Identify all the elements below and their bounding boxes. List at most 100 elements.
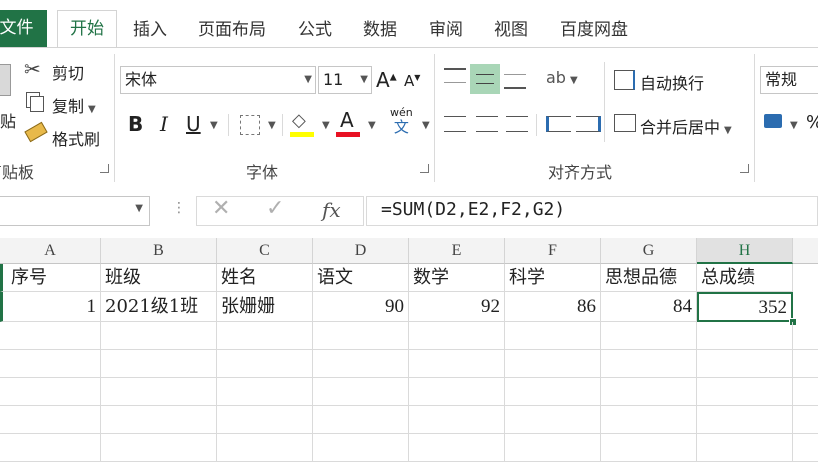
column-header-F[interactable]: F: [505, 238, 601, 264]
tab-baidu-netdisk[interactable]: 百度网盘: [555, 0, 633, 47]
chevron-down-icon[interactable]: ▼: [268, 120, 276, 131]
align-left-icon[interactable]: [444, 116, 466, 132]
chevron-down-icon[interactable]: ▼: [304, 67, 312, 93]
align-top-icon[interactable]: [444, 68, 466, 83]
column-header-D[interactable]: D: [313, 238, 409, 264]
cell-C1[interactable]: 姓名: [217, 264, 313, 292]
group-separator: [114, 54, 115, 182]
cell-G1[interactable]: 思想品德: [601, 264, 697, 292]
underline-button[interactable]: U: [186, 112, 201, 136]
cell-A2[interactable]: 1: [0, 292, 101, 322]
column-header-I[interactable]: [793, 238, 818, 264]
grow-font-icon[interactable]: A▲: [376, 68, 397, 92]
cell-H1[interactable]: 总成绩: [697, 264, 793, 292]
tab-home[interactable]: 开始: [57, 10, 117, 48]
cell-B1[interactable]: 班级: [101, 264, 217, 292]
tab-view[interactable]: 视图: [489, 0, 533, 47]
formula-text: =SUM(D2,E2,F2,G2): [381, 199, 566, 220]
cell-H2-selected[interactable]: 352: [697, 292, 793, 322]
column-header-E[interactable]: E: [409, 238, 505, 264]
column-header-C[interactable]: C: [217, 238, 313, 264]
tab-file[interactable]: 文件: [0, 10, 47, 47]
font-group-label: 字体: [246, 163, 279, 182]
name-box[interactable]: ▼: [0, 196, 150, 226]
number-format-combo[interactable]: 常规: [760, 66, 818, 94]
paste-icon[interactable]: [0, 64, 11, 96]
column-header-B[interactable]: B: [101, 238, 217, 264]
cell-A1[interactable]: 序号: [0, 264, 101, 292]
chevron-down-icon[interactable]: ▼: [88, 104, 96, 115]
chevron-down-icon[interactable]: ▼: [422, 120, 430, 131]
cell-B2[interactable]: 2021级1班: [101, 292, 217, 322]
cell-F2[interactable]: 86: [505, 292, 601, 322]
chevron-down-icon[interactable]: ▼: [790, 120, 798, 131]
insert-function-icon[interactable]: fx: [322, 198, 341, 222]
decrease-indent-icon[interactable]: [546, 116, 571, 132]
clipboard-group-label: 剪贴板: [0, 163, 35, 182]
ribbon-home: 贴 ✂ 剪切 复制▼ 格式刷 剪贴板 宋体▼ 11▼ A▲ A▼ B I U ▼…: [0, 47, 818, 187]
cell-C2[interactable]: 张姗姗: [217, 292, 313, 322]
bold-button[interactable]: B: [128, 112, 143, 136]
number-format-value: 常规: [765, 70, 798, 89]
italic-button[interactable]: I: [160, 112, 168, 136]
enter-icon[interactable]: ✓: [266, 196, 284, 221]
accounting-format-icon[interactable]: [764, 114, 782, 128]
font-color-bar: [336, 132, 360, 137]
worksheet-grid[interactable]: A B C D E F G H 序号 班级 姓名 语文 数学 科学 思想品德 总…: [0, 238, 818, 462]
chevron-down-icon[interactable]: ▼: [368, 120, 376, 131]
shrink-font-icon[interactable]: A▼: [404, 72, 420, 90]
align-right-icon[interactable]: [506, 116, 528, 132]
toolbar-separator: [282, 114, 283, 136]
increase-indent-icon[interactable]: [576, 116, 601, 132]
cell-F1[interactable]: 科学: [505, 264, 601, 292]
font-color-icon[interactable]: A: [340, 108, 354, 132]
wrap-text-button[interactable]: 自动换行: [640, 70, 704, 94]
scissors-icon: ✂: [24, 57, 41, 81]
chevron-down-icon[interactable]: ▼: [210, 120, 218, 131]
borders-icon[interactable]: [240, 115, 260, 135]
cell-E1[interactable]: 数学: [409, 264, 505, 292]
copy-button[interactable]: 复制 ▼: [52, 93, 96, 117]
tab-data[interactable]: 数据: [358, 0, 402, 47]
cut-button[interactable]: 剪切: [52, 60, 84, 84]
chevron-down-icon[interactable]: ▼: [135, 203, 143, 214]
empty-rows[interactable]: [0, 322, 818, 462]
font-name-combo[interactable]: 宋体 ▼: [120, 66, 316, 94]
chevron-down-icon[interactable]: ▼: [322, 120, 330, 131]
merge-center-icon: [614, 114, 636, 132]
tab-insert[interactable]: 插入: [128, 0, 172, 47]
cell-E2[interactable]: 92: [409, 292, 505, 322]
wrap-text-icon: [614, 70, 635, 90]
tab-page-layout[interactable]: 页面布局: [193, 0, 271, 47]
cell-D1[interactable]: 语文: [313, 264, 409, 292]
fill-color-icon[interactable]: ◇: [292, 110, 306, 131]
phonetic-bottom: 文: [393, 118, 409, 136]
alignment-launcher-icon[interactable]: [740, 164, 749, 173]
merge-center-button[interactable]: 合并后居中 ▼: [640, 114, 732, 138]
align-bottom-icon[interactable]: [504, 74, 526, 89]
cancel-icon[interactable]: ✕: [212, 196, 230, 221]
column-header-A[interactable]: A: [0, 238, 101, 264]
copy-icon-back: [30, 96, 44, 112]
align-center-icon[interactable]: [476, 116, 498, 132]
chevron-down-icon[interactable]: ▼: [360, 67, 368, 93]
font-size-combo[interactable]: 11 ▼: [318, 66, 372, 94]
column-header-H[interactable]: H: [697, 238, 793, 264]
column-header-G[interactable]: G: [601, 238, 697, 264]
paste-button-label[interactable]: 贴: [0, 108, 16, 132]
phonetic-guide-icon[interactable]: wén 文: [390, 106, 413, 136]
tab-formulas[interactable]: 公式: [293, 0, 337, 47]
tab-review[interactable]: 审阅: [424, 0, 468, 47]
percent-button[interactable]: %: [806, 112, 818, 133]
clipboard-launcher-icon[interactable]: [100, 164, 109, 173]
orientation-icon[interactable]: ab ▼: [546, 68, 578, 87]
align-middle-lines: [476, 74, 494, 84]
formula-input[interactable]: =SUM(D2,E2,F2,G2): [366, 196, 818, 226]
cell-D2[interactable]: 90: [313, 292, 409, 322]
format-painter-button[interactable]: 格式刷: [52, 126, 100, 150]
font-launcher-icon[interactable]: [420, 164, 429, 173]
formula-bar: ▼ ⋮ ✕ ✓ fx =SUM(D2,E2,F2,G2): [0, 186, 818, 239]
fill-color-bar: [290, 132, 314, 137]
cell-G2[interactable]: 84: [601, 292, 697, 322]
chevron-down-icon[interactable]: ▼: [724, 125, 732, 136]
